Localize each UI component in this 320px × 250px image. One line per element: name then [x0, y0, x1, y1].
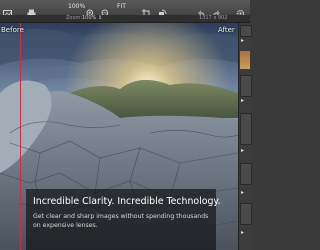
- zoom-value-select[interactable]: 100% ↕: [82, 15, 102, 21]
- image-icon[interactable]: [3, 3, 12, 17]
- panel-section[interactable]: [240, 203, 252, 225]
- before-after-divider[interactable]: [20, 23, 21, 250]
- caption-title: Incredible Clarity. Incredible Technolog…: [33, 196, 221, 207]
- image-dimensions: 1317 x 902: [199, 15, 228, 21]
- crop-icon[interactable]: [142, 3, 151, 18]
- expand-arrow-icon[interactable]: ▸: [241, 189, 244, 196]
- zoom-percent-display[interactable]: 100%: [68, 3, 85, 10]
- rotate-icon[interactable]: [158, 3, 167, 17]
- zoom-out-icon[interactable]: [101, 3, 110, 18]
- print-icon[interactable]: [27, 3, 36, 18]
- image-viewport[interactable]: Before After Incredible Clarity. Incredi…: [0, 23, 238, 250]
- fit-button[interactable]: FIT: [117, 3, 126, 10]
- top-toolbar: 100% FIT: [0, 0, 250, 18]
- zoom-label: Zoom:: [66, 15, 83, 21]
- expand-arrow-icon[interactable]: ▸: [241, 147, 244, 154]
- before-label: Before: [1, 26, 24, 34]
- promo-caption: Incredible Clarity. Incredible Technolog…: [26, 189, 221, 250]
- panel-section[interactable]: [240, 75, 252, 97]
- zoom-in-icon[interactable]: [86, 3, 95, 18]
- after-label: After: [218, 26, 235, 34]
- status-subbar: Zoom: 100% ↕ 1317 x 902: [0, 15, 250, 23]
- collapse-arrow-icon[interactable]: ▸: [241, 37, 244, 44]
- caption-body: Get clear and sharp images without spend…: [33, 213, 209, 229]
- histogram-thumbnail: [240, 51, 250, 69]
- panel-section[interactable]: [240, 113, 252, 145]
- expand-arrow-icon[interactable]: ▸: [241, 97, 244, 104]
- panel-header[interactable]: [240, 25, 252, 37]
- right-adjustments-panel: ▸ ▸ ▸ ▸ ▸: [238, 23, 252, 250]
- undo-icon[interactable]: [197, 3, 206, 17]
- redo-icon[interactable]: [212, 3, 221, 17]
- expand-arrow-icon[interactable]: ▸: [241, 229, 244, 236]
- settings-icon[interactable]: [236, 3, 245, 18]
- panel-section[interactable]: [240, 163, 252, 185]
